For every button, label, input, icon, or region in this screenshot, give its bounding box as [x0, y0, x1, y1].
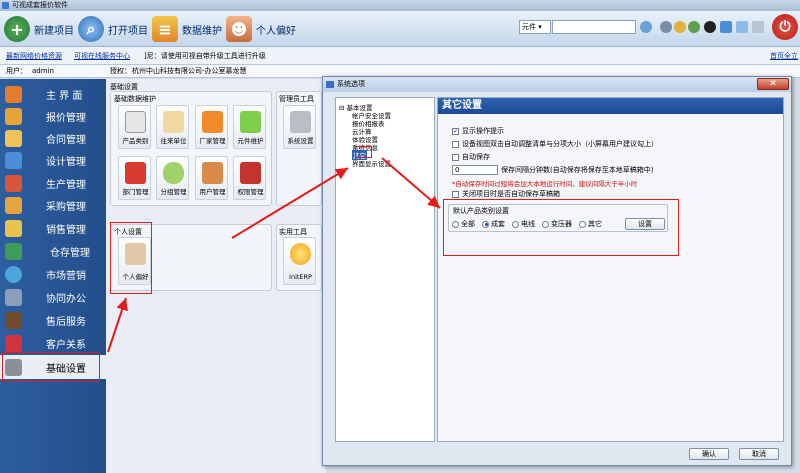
- arrow-to-tree: [231, 167, 349, 239]
- arrow-to-category: [381, 157, 441, 209]
- arrow-to-personal: [107, 297, 128, 353]
- annotation-arrows: [107, 157, 441, 353]
